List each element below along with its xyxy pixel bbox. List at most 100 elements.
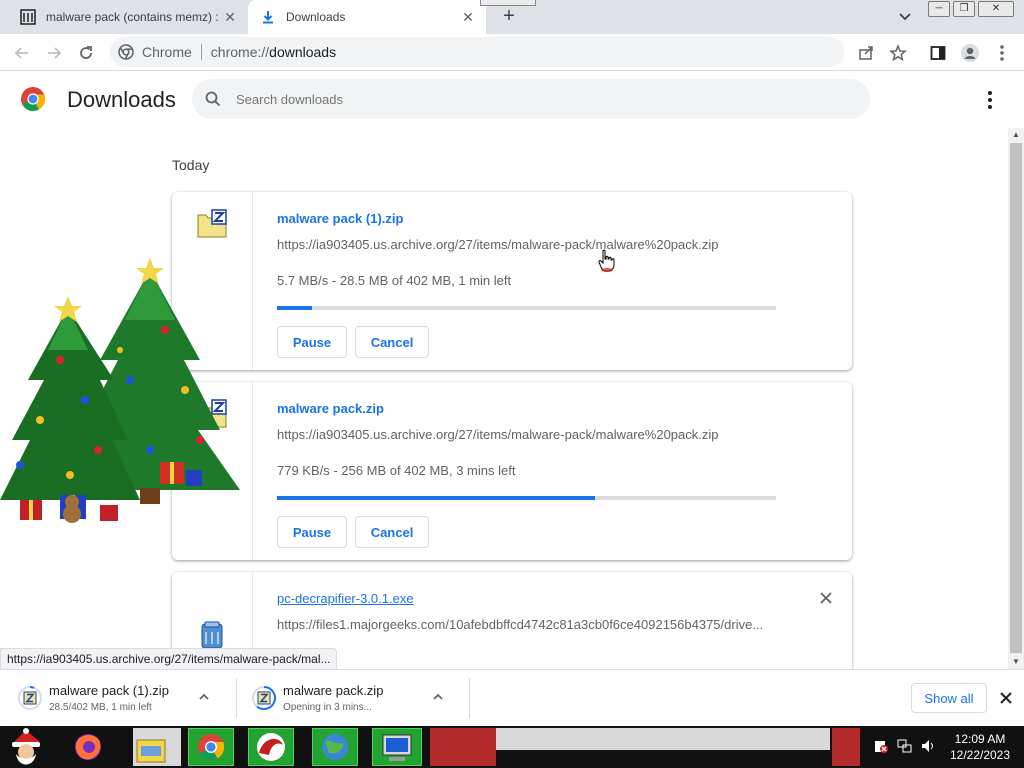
globe-app-icon[interactable]	[312, 728, 358, 766]
shelf-download-item[interactable]: malware pack (1).zip 28.5/402 MB, 1 min …	[0, 676, 230, 720]
scroll-thumb[interactable]	[1010, 143, 1022, 653]
toolbar: Chrome chrome://downloads	[0, 34, 1024, 71]
chevron-up-icon[interactable]	[198, 691, 214, 706]
zip-file-icon	[196, 209, 228, 239]
address-bar[interactable]: Chrome chrome://downloads	[110, 37, 844, 67]
download-item: malware pack (1).zip https://ia903405.us…	[172, 192, 852, 370]
explorer-window-icon[interactable]	[133, 728, 181, 766]
search-input[interactable]	[236, 91, 836, 107]
progress-fill	[277, 496, 595, 500]
progress-fill	[277, 306, 313, 310]
side-panel-icon[interactable]	[926, 41, 950, 65]
link-status-bubble: https://ia903405.us.archive.org/27/items…	[0, 648, 338, 670]
tab-downloads[interactable]: Downloads ✕	[248, 0, 486, 34]
volume-icon[interactable]	[920, 738, 936, 754]
show-all-button[interactable]: Show all	[911, 683, 987, 713]
christmas-trees-overlay	[0, 250, 260, 540]
minimize-button[interactable]: ─	[928, 1, 950, 17]
search-icon	[205, 91, 221, 107]
profile-avatar-icon[interactable]	[958, 41, 982, 65]
chrome-taskbar-icon[interactable]	[188, 728, 234, 766]
glitch-block	[430, 728, 496, 766]
restore-button[interactable]: ❐	[953, 1, 975, 17]
back-arrow-icon[interactable]	[10, 41, 34, 65]
taskbar: 12:09 AM 12/22/2023	[0, 726, 1024, 768]
close-window-button[interactable]: ✕	[978, 1, 1014, 17]
source-url[interactable]: https://files1.majorgeeks.com/10afebdbff…	[277, 617, 763, 632]
scroll-down-arrow-icon[interactable]: ▼	[1008, 655, 1024, 669]
url-text[interactable]: chrome://downloads	[211, 44, 336, 60]
scroll-up-arrow-icon[interactable]: ▲	[1008, 128, 1024, 142]
clock-time: 12:09 AM	[954, 732, 1006, 746]
window-grab-handle[interactable]	[480, 0, 536, 6]
shelf-item-text: malware pack.zip Opening in 3 mins...	[283, 683, 432, 713]
progress-bar	[277, 306, 776, 310]
progress-bar	[277, 496, 776, 500]
tab-close-icon[interactable]: ✕	[220, 9, 240, 26]
source-url[interactable]: https://ia903405.us.archive.org/27/items…	[277, 237, 719, 252]
dragon-app-icon[interactable]	[248, 728, 294, 766]
chrome-icon	[118, 44, 134, 60]
pause-button[interactable]: Pause	[277, 326, 347, 358]
tab-close-icon[interactable]: ✕	[458, 9, 478, 26]
computer-app-icon[interactable]	[372, 728, 422, 766]
tab-malware-pack[interactable]: malware pack (contains memz) : ✕	[8, 0, 248, 34]
page-title: Downloads	[67, 87, 176, 112]
forward-arrow-icon[interactable]	[42, 41, 66, 65]
shelf-divider	[469, 678, 470, 718]
page-scrollbar[interactable]: ▲ ▼	[1008, 128, 1024, 669]
chrome-menu-icon[interactable]	[990, 41, 1014, 65]
download-favicon-icon	[260, 9, 276, 25]
tab-search-chevron-icon[interactable]	[896, 8, 914, 26]
chip-label: Chrome	[142, 44, 192, 60]
shelf-file-status: Opening in 3 mins...	[283, 702, 372, 713]
browser-window: malware pack (contains memz) : ✕ Downloa…	[0, 0, 1024, 768]
exe-file-icon	[198, 620, 230, 650]
taskbar-clock[interactable]: 12:09 AM 12/22/2023	[942, 731, 1018, 763]
file-name-link[interactable]: malware pack (1).zip	[277, 211, 403, 226]
shelf-item-text: malware pack (1).zip 28.5/402 MB, 1 min …	[49, 683, 198, 713]
download-status: 779 KB/s - 256 MB of 402 MB, 3 mins left	[277, 463, 516, 478]
downloads-header: Downloads	[0, 72, 1024, 128]
chrome-logo-icon	[20, 86, 46, 112]
clock-date: 12/22/2023	[949, 748, 1011, 762]
firefox-icon[interactable]	[68, 728, 108, 766]
download-item: malware pack.zip https://ia903405.us.arc…	[172, 382, 852, 560]
search-downloads-box[interactable]	[192, 79, 870, 119]
cancel-button[interactable]: Cancel	[355, 326, 429, 358]
close-shelf-icon[interactable]	[998, 690, 1014, 706]
share-icon[interactable]	[854, 41, 878, 65]
shelf-file-status: 28.5/402 MB, 1 min left	[49, 702, 152, 713]
download-status: 5.7 MB/s - 28.5 MB of 402 MB, 1 min left	[277, 273, 512, 288]
archive-favicon-icon	[20, 9, 36, 25]
shelf-download-item[interactable]: malware pack.zip Opening in 3 mins...	[234, 676, 464, 720]
network-alert-icon[interactable]	[873, 738, 889, 754]
shelf-file-name: malware pack.zip	[283, 683, 384, 698]
zip-file-icon	[252, 686, 276, 710]
new-tab-button[interactable]: +	[498, 6, 520, 28]
glitch-block	[496, 728, 830, 750]
site-info-chip[interactable]: Chrome	[118, 44, 192, 60]
tab-strip: malware pack (contains memz) : ✕ Downloa…	[0, 0, 1024, 34]
reload-icon[interactable]	[74, 41, 98, 65]
network-icon[interactable]	[897, 738, 913, 754]
pause-button[interactable]: Pause	[277, 516, 347, 548]
santa-start-icon[interactable]	[4, 728, 48, 766]
file-name-link[interactable]: pc-decrapifier-3.0.1.exe	[277, 591, 414, 606]
download-shelf: malware pack (1).zip 28.5/402 MB, 1 min …	[0, 669, 1024, 726]
file-name-link[interactable]: malware pack.zip	[277, 401, 384, 416]
tab-title: Downloads	[286, 10, 346, 24]
zip-file-icon	[18, 686, 42, 710]
shelf-file-name: malware pack (1).zip	[49, 683, 169, 698]
omnibox-separator	[200, 44, 202, 60]
bookmark-star-icon[interactable]	[886, 41, 910, 65]
glitch-block	[832, 728, 860, 766]
hand-cursor-icon	[597, 249, 617, 273]
chevron-up-icon[interactable]	[432, 691, 448, 706]
more-actions-icon[interactable]	[982, 90, 998, 110]
remove-item-icon[interactable]	[818, 590, 834, 606]
date-section-label: Today	[172, 157, 210, 173]
source-url[interactable]: https://ia903405.us.archive.org/27/items…	[277, 427, 719, 442]
cancel-button[interactable]: Cancel	[355, 516, 429, 548]
tab-title: malware pack (contains memz) :	[46, 10, 219, 24]
